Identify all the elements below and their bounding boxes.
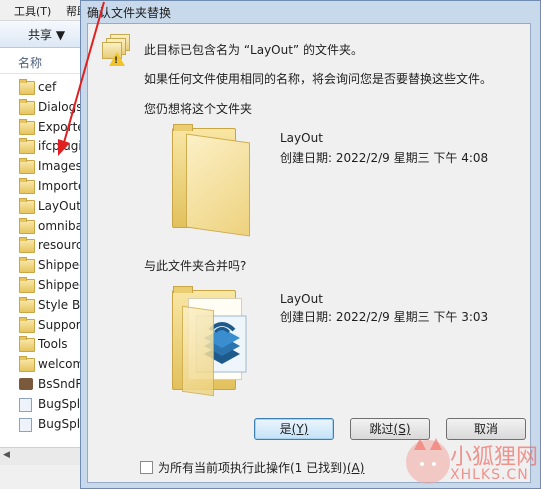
scroll-left-arrow-icon[interactable]: ◀ xyxy=(3,450,10,460)
document-icon xyxy=(19,397,32,412)
folder-icon xyxy=(19,277,35,293)
yes-button-key: (Y) xyxy=(291,422,309,436)
existing-folder-icon xyxy=(172,124,250,237)
skip-button-label: 跳过 xyxy=(369,422,394,436)
incoming-folder-date: 创建日期: 2022/2/9 星期三 下午 3:03 xyxy=(280,310,489,324)
watermark-url: XHLKS.CN xyxy=(450,467,529,483)
dialog-title: 确认文件夹替换 xyxy=(87,6,172,20)
apply-to-all-label[interactable]: 为所有当前项执行此操作(1 已找到)(A) xyxy=(158,459,364,476)
folder-icon xyxy=(19,118,35,135)
folder-icon xyxy=(19,237,35,254)
menu-tools[interactable]: 工具(T) xyxy=(14,3,51,19)
confirm-folder-replace-dialog: 确认文件夹替换 ! 此目标已包含名为 “LayOut” 的文件夹。 如果任何文件… xyxy=(80,0,541,489)
incoming-folder-icon xyxy=(172,286,250,397)
existing-folder-name: LayOut xyxy=(280,131,323,145)
folder-icon xyxy=(19,217,35,234)
share-button[interactable]: 共享 ▼ xyxy=(28,26,65,43)
folder-icon xyxy=(19,79,35,95)
incoming-folder-name: LayOut xyxy=(280,292,323,306)
folder-icon xyxy=(19,257,35,274)
folder-warning-icon: ! xyxy=(100,32,130,66)
column-name-header[interactable]: 名称 xyxy=(18,54,42,71)
folder-icon xyxy=(19,138,35,155)
yes-button-label: 是 xyxy=(279,422,292,436)
folder-icon xyxy=(19,296,35,313)
folder-icon xyxy=(19,197,35,214)
folder-icon xyxy=(19,98,35,115)
document-icon xyxy=(19,417,32,432)
folder-icon xyxy=(19,336,35,353)
merge-question: 与此文件夹合并吗? xyxy=(144,259,247,273)
folder-icon xyxy=(19,316,35,333)
application-icon xyxy=(19,378,33,390)
folder-icon xyxy=(19,158,35,175)
existing-folder-date: 创建日期: 2022/2/9 星期三 下午 4:08 xyxy=(280,151,489,165)
dialog-body: ! 此目标已包含名为 “LayOut” 的文件夹。 如果任何文件使用相同的名称，… xyxy=(87,23,531,483)
still-replace-text: 您仍想将这个文件夹 xyxy=(144,102,253,116)
message-line-2: 如果任何文件使用相同的名称，将会询问您是否要替换这些文件。 xyxy=(144,72,493,86)
folder-icon xyxy=(19,356,35,373)
yes-button[interactable]: 是(Y) xyxy=(254,418,334,440)
folder-icon xyxy=(19,178,35,194)
message-line-1: 此目标已包含名为 “LayOut” 的文件夹。 xyxy=(144,43,363,57)
apply-to-all-checkbox[interactable] xyxy=(140,461,153,474)
